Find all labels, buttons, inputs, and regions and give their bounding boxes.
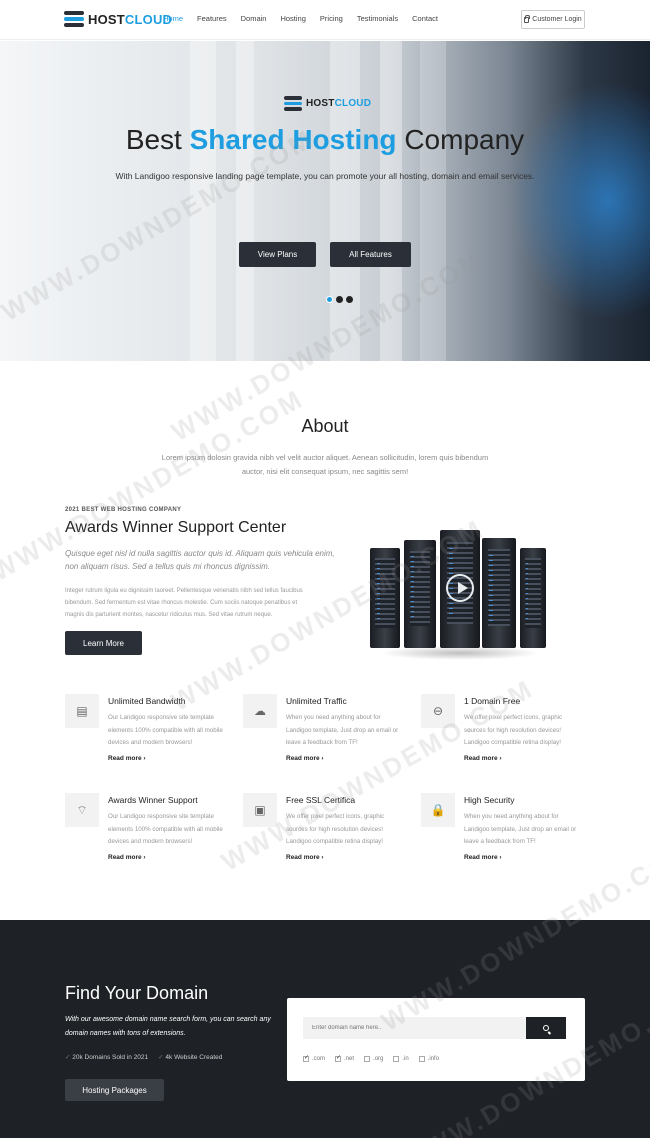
read-more-link[interactable]: Read more › [286,755,324,762]
read-more-link[interactable]: Read more › [108,755,146,762]
customer-login-button[interactable]: Customer Login [521,10,585,29]
feature-card: ▣ Free SSL Certifica We offer pixel perf… [243,793,403,873]
about-title: About [301,416,349,436]
stack-logo-icon [284,96,302,111]
hero-title: Best Shared Hosting Company [125,124,525,155]
hero-brand-main: HOST [306,98,335,109]
nav-hosting[interactable]: Hosting [280,14,305,23]
video-play-icon[interactable] [446,574,474,602]
tld-info[interactable]: .info [418,1056,439,1062]
feature-card: ⊖ 1 Domain Free We offer pixel perfect i… [421,694,581,774]
domain-search-input[interactable] [303,1017,527,1039]
certificate-icon: ▣ [243,793,277,827]
domain-stats: 20k Domains Sold in 2021 4k Website Crea… [65,1053,222,1061]
nav-contact[interactable]: Contact [412,14,438,23]
read-more-link[interactable]: Read more › [464,854,502,861]
domain-text: With our awesome domain name search form… [65,1016,271,1037]
slider-dots [326,296,353,303]
feature-text: When you need anything about for Landigo… [464,813,577,845]
brand-main: HOST [88,11,125,27]
tld-in[interactable]: .in [393,1056,409,1062]
hero-title-highlight: Shared Hosting [189,124,397,155]
nav-pricing[interactable]: Pricing [320,14,343,23]
nav-home[interactable]: Home [163,14,183,23]
award-kicker: 2021 BEST WEB HOSTING COMPANY [65,507,182,513]
slider-dot-3[interactable] [346,296,353,303]
feature-card: ⌔ Awards Winner Support Our Landigoo res… [65,793,225,873]
view-plans-button[interactable]: View Plans [239,242,316,267]
checkbox-icon[interactable] [335,1054,341,1062]
lock-icon: 🔒 [421,793,455,827]
hero-brand-logo: HOSTCLOUD [284,96,371,111]
learn-more-button[interactable]: Learn More [65,631,142,655]
tld-net[interactable]: .net [335,1054,354,1062]
read-more-link[interactable]: Read more › [464,755,502,762]
checkbox-icon[interactable] [393,1056,400,1062]
domain-search-button[interactable] [526,1017,566,1039]
hero-subtitle: With Landigoo responsive landing page te… [115,171,535,181]
feature-title: 1 Domain Free [464,696,521,706]
nav-features[interactable]: Features [197,14,227,23]
feature-card: ☁ Unlimited Traffic When you need anythi… [243,694,403,774]
stat-websites-created: 4k Website Created [158,1053,222,1061]
nav-testimonials[interactable]: Testimonials [357,14,398,23]
award-lead: Quisque eget nisl id nulla sagittis auct… [65,549,335,571]
domain-title: Find Your Domain [65,983,209,1003]
server-rack-image [370,530,550,662]
feature-title: Unlimited Bandwidth [108,696,186,706]
wifi-icon: ⌔ [65,793,99,827]
read-more-link[interactable]: Read more › [286,854,324,861]
nav-domain[interactable]: Domain [241,14,267,23]
checkbox-icon[interactable] [418,1056,425,1062]
feature-card: ▤ Unlimited Bandwidth Our Landigoo respo… [65,694,225,774]
lock-icon [524,14,531,23]
cloud-icon: ☁ [243,694,277,728]
feature-title: Unlimited Traffic [286,696,347,706]
server-icon: ▤ [65,694,99,728]
stat-domains-sold: 20k Domains Sold in 2021 [65,1053,148,1061]
award-body: Integer rutrum ligula eu dignissim laore… [65,588,303,618]
search-icon [543,1025,549,1031]
hosting-packages-button[interactable]: Hosting Packages [65,1079,164,1101]
router-icon: ⊖ [421,694,455,728]
feature-title: Awards Winner Support [108,795,198,805]
feature-card: 🔒 High Security When you need anything a… [421,793,581,873]
all-features-button[interactable]: All Features [330,242,411,267]
brand-logo[interactable]: HOSTCLOUD [64,10,172,28]
checkbox-icon[interactable] [364,1056,371,1062]
feature-text: When you need anything about for Landigo… [286,714,399,746]
feature-text: Our Landigoo responsive site template el… [108,813,223,845]
tld-com[interactable]: .com [303,1054,325,1062]
slider-dot-1[interactable] [326,296,333,303]
stack-logo-icon [64,11,84,27]
feature-title: High Security [464,795,515,805]
feature-text: Our Landigoo responsive site template el… [108,714,223,746]
main-menu: Home Features Domain Hosting Pricing Tes… [163,14,452,23]
hero-slider [0,41,650,361]
domain-search-panel [287,998,585,1081]
award-title: Awards Winner Support Center [65,519,287,536]
customer-login-label: Customer Login [532,16,582,23]
feature-text: We offer pixel perfect icons, graphic so… [464,714,563,746]
top-navbar: HOSTCLOUD Home Features Domain Hosting P… [0,0,650,40]
checkbox-icon[interactable] [303,1054,309,1062]
feature-text: We offer pixel perfect icons, graphic so… [286,813,385,845]
tld-options: .com .net .org .in .info [303,1054,439,1062]
slider-dot-2[interactable] [336,296,343,303]
feature-title: Free SSL Certifica [286,795,356,805]
tld-org[interactable]: .org [364,1056,383,1062]
read-more-link[interactable]: Read more › [108,854,146,861]
hero-brand-accent: CLOUD [334,98,372,109]
about-text: Lorem ipsum dolosin gravida nibh vel vel… [161,453,489,476]
